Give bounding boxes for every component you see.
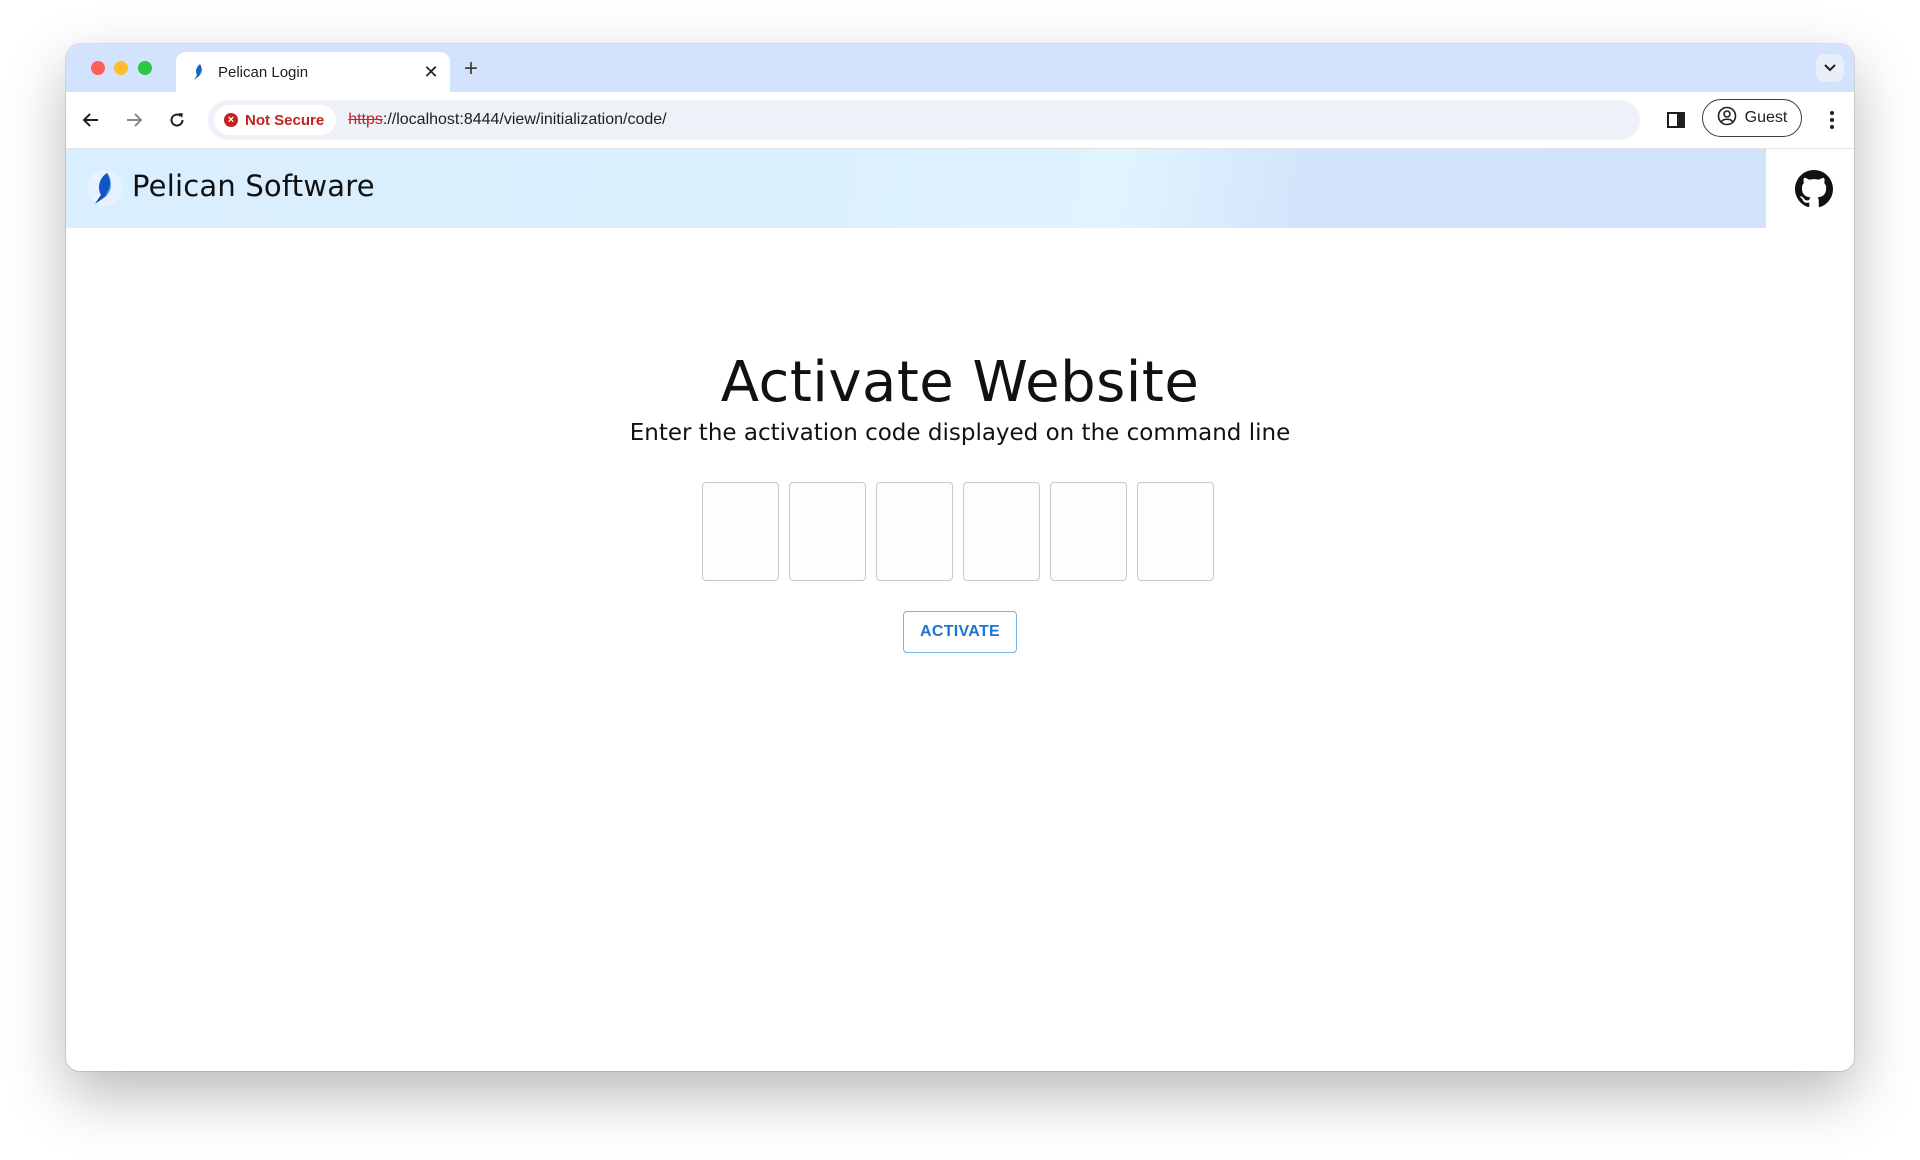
address-bar[interactable]: × Not Secure https://localhost:8444/view… [208, 100, 1640, 140]
activation-code-inputs [702, 482, 1214, 581]
url-path: ://localhost:8444/view/initialization/co… [382, 111, 667, 128]
new-tab-button[interactable]: + [458, 55, 484, 82]
close-window-button[interactable] [91, 61, 105, 75]
page-title: Activate Website [720, 350, 1200, 415]
code-digit-6[interactable] [1137, 482, 1214, 581]
tab-close-icon[interactable]: ✕ [420, 61, 442, 83]
tab-title: Pelican Login [218, 63, 309, 81]
not-secure-label: Not Secure [245, 111, 325, 129]
code-digit-2[interactable] [789, 482, 866, 581]
github-icon[interactable] [1795, 170, 1833, 208]
browser-toolbar: × Not Secure https://localhost:8444/view… [66, 92, 1854, 149]
pelican-logo-icon[interactable] [86, 169, 124, 207]
profile-button[interactable]: Guest [1702, 99, 1802, 137]
back-arrow-icon[interactable] [77, 106, 105, 134]
code-digit-3[interactable] [876, 482, 953, 581]
profile-label: Guest [1744, 109, 1788, 126]
page-content: Pelican Software Activate Website Enter … [66, 149, 1854, 1071]
code-digit-5[interactable] [1050, 482, 1127, 581]
tab-strip: Pelican Login ✕ + [66, 44, 1854, 92]
minimize-window-button[interactable] [114, 61, 128, 75]
brand-name[interactable]: Pelican Software [132, 169, 375, 203]
account-circle-icon [1717, 106, 1737, 131]
kebab-menu-icon[interactable] [1818, 106, 1846, 134]
pelican-favicon-icon [190, 63, 208, 81]
activate-button[interactable]: ACTIVATE [903, 611, 1017, 653]
reload-icon[interactable] [163, 106, 191, 134]
tab-search-chevron-icon[interactable] [1816, 54, 1844, 82]
security-chip[interactable]: × Not Secure [214, 105, 337, 135]
code-digit-4[interactable] [963, 482, 1040, 581]
url-text: https://localhost:8444/view/initializati… [348, 111, 666, 129]
tab-pelican-login[interactable]: Pelican Login ✕ [176, 52, 450, 92]
page-subtitle: Enter the activation code displayed on t… [629, 420, 1291, 446]
maximize-window-button[interactable] [138, 61, 152, 75]
site-header: Pelican Software [66, 149, 1766, 228]
forward-arrow-icon[interactable] [120, 106, 148, 134]
side-panel-icon[interactable] [1662, 106, 1690, 134]
url-scheme: https [348, 111, 383, 128]
browser-window: Pelican Login ✕ + × Not Secure https://l… [66, 44, 1854, 1071]
code-digit-1[interactable] [702, 482, 779, 581]
error-icon: × [224, 113, 238, 127]
